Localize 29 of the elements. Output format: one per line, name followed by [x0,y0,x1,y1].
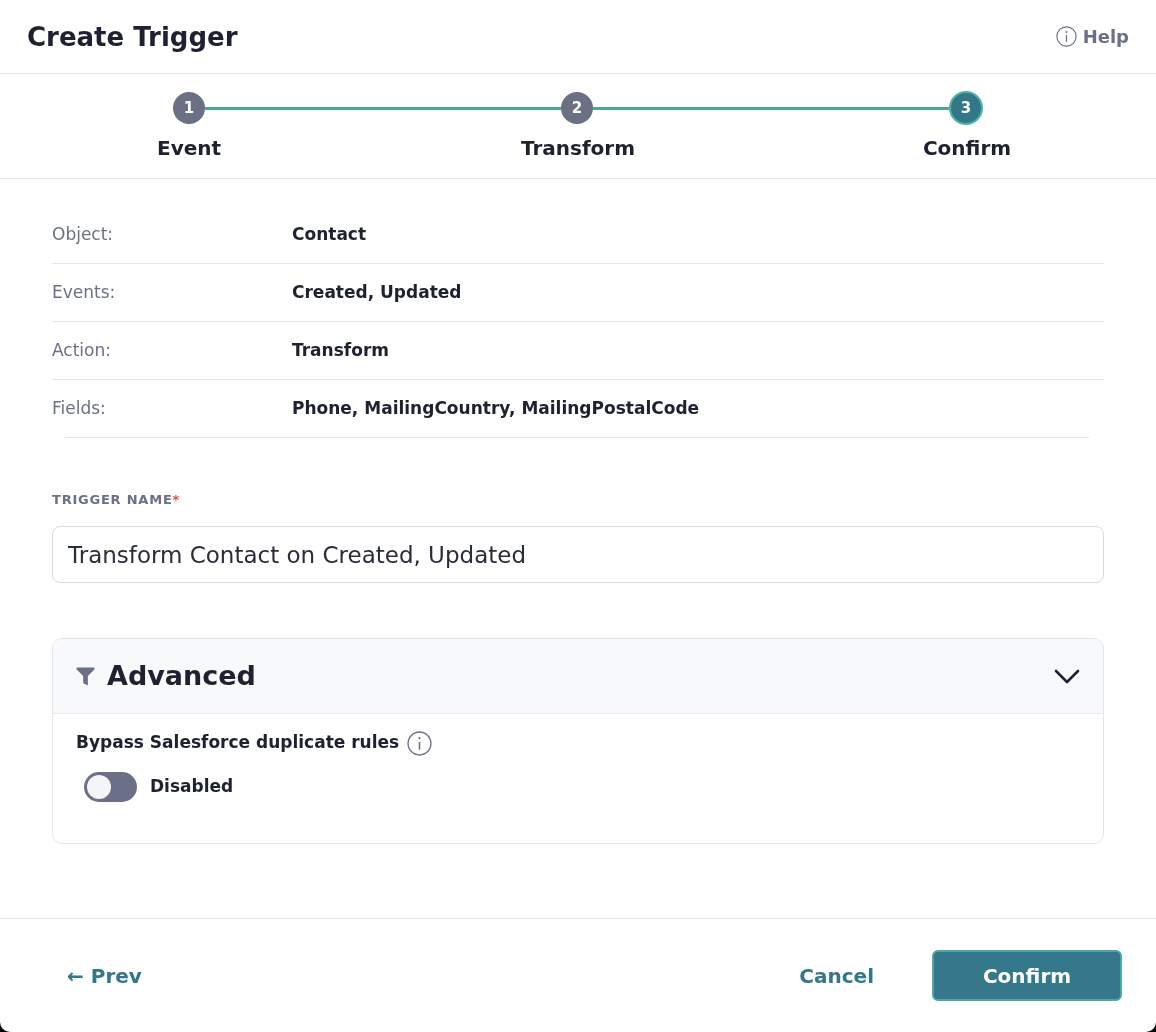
trigger-name-input[interactable]: Transform Contact on Created, Updated [52,526,1104,583]
help-button[interactable]: Help [1055,24,1129,49]
step-label: Confirm [922,136,1012,160]
confirm-button[interactable]: Confirm [932,950,1122,1001]
field-label: TRIGGER NAME [52,492,173,508]
info-icon [407,730,433,756]
prev-button[interactable]: ← Prev [67,962,142,989]
advanced-header[interactable]: Advanced [53,639,1103,714]
summary-label: Object: [52,223,114,244]
step-label: Event [156,136,222,160]
summary-value: Transform [292,338,389,362]
step-indicator: 3 [949,91,983,125]
filter-icon [76,666,95,686]
toggle-status: Disabled [150,775,234,799]
toggle-switch[interactable] [84,772,137,802]
summary-label: Events: [52,281,116,302]
cancel-button[interactable]: Cancel [799,962,874,989]
summary-value: Contact [292,222,367,246]
required-mark: * [172,492,180,508]
window-title: Create Trigger [27,20,238,53]
step-label: Transform [520,136,636,160]
step-indicator: 2 [561,92,593,124]
summary-value: Created, Updated [292,280,462,304]
summary-label: Action: [52,339,111,360]
summary-label: Fields: [52,397,106,418]
summary-value: Phone, MailingCountry, MailingPostalCode [292,396,700,420]
step-indicator: 1 [173,92,205,124]
setting-label: Bypass Salesforce duplicate rules [76,731,400,755]
info-icon [1055,26,1077,47]
